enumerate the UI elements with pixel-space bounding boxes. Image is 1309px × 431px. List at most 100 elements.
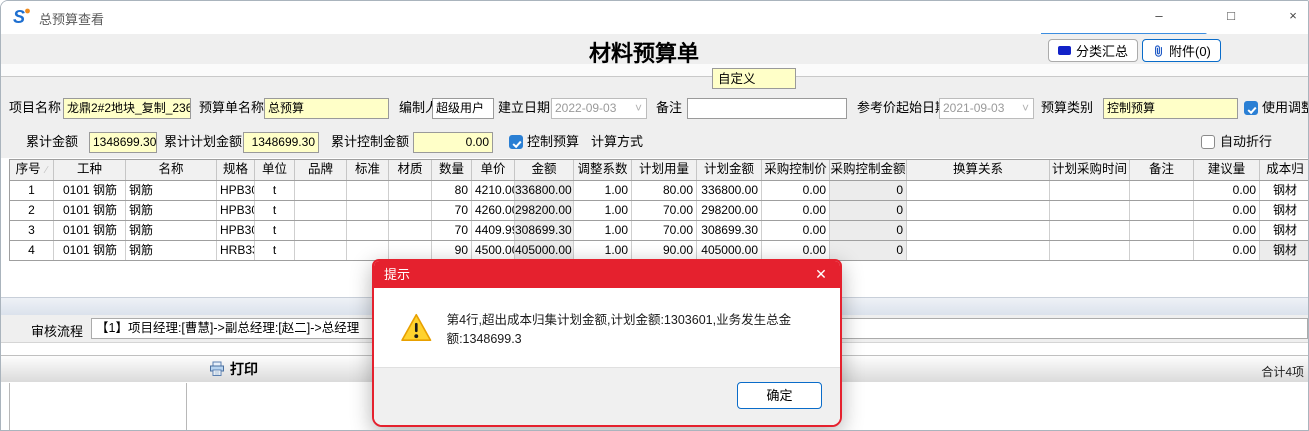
column-header[interactable]: 金额 [515,160,574,180]
table-cell[interactable]: 70 [432,221,472,240]
table-cell[interactable]: 0.00 [762,221,830,240]
table-cell[interactable]: 1.00 [574,181,632,200]
table-cell[interactable]: 4260.00 [472,201,515,220]
close-button[interactable]: × [1279,5,1307,27]
total-amount-field[interactable]: 1348699.30 [89,132,157,153]
column-header[interactable]: 名称 [126,160,217,180]
minimize-button[interactable]: – [1145,5,1173,27]
table-cell[interactable]: t [255,241,295,260]
table-cell[interactable]: 钢筋 [126,201,217,220]
table-cell[interactable]: t [255,181,295,200]
table-cell[interactable] [1130,201,1194,220]
table-cell[interactable] [1130,221,1194,240]
table-cell[interactable]: 80 [432,181,472,200]
table-cell[interactable]: 4 [10,241,54,260]
table-cell[interactable]: 0 [830,201,907,220]
column-header[interactable]: 规格 [217,160,255,180]
total-ctrl-field[interactable]: 0.00 [413,132,493,153]
column-header[interactable]: 单价 [472,160,515,180]
table-cell[interactable] [907,181,1050,200]
column-header[interactable]: 采购控制价 [762,160,830,180]
column-header[interactable]: 计划金额 [697,160,762,180]
table-cell[interactable]: 0 [830,241,907,260]
ref-date-combo[interactable]: 2021-09-03 [939,98,1034,119]
total-plan-field[interactable]: 1348699.30 [243,132,319,153]
table-cell[interactable]: 336800.00 [697,181,762,200]
remark-field[interactable] [687,98,847,119]
table-cell[interactable]: 钢材 [1260,201,1309,220]
column-header[interactable]: 采购控制金额 [830,160,907,180]
table-cell[interactable]: 308699.30 [515,221,574,240]
create-date-combo[interactable]: 2022-09-03 [551,98,647,119]
table-cell[interactable]: 钢筋 [126,241,217,260]
table-cell[interactable]: 0101 钢筋 [54,201,126,220]
column-header[interactable]: 材质 [389,160,432,180]
table-cell[interactable]: 1.00 [574,201,632,220]
table-cell[interactable]: HPB300 [217,181,255,200]
table-cell[interactable]: 298200.00 [697,201,762,220]
table-cell[interactable] [295,181,347,200]
print-button[interactable]: 打印 [209,359,258,379]
ctrl-budget-checkbox[interactable] [509,135,523,149]
table-cell[interactable]: 0.00 [762,201,830,220]
table-cell[interactable]: HPB300 [217,201,255,220]
auto-wrap-checkbox[interactable] [1201,135,1215,149]
table-cell[interactable]: 钢材 [1260,241,1309,260]
table-cell[interactable]: 0.00 [762,181,830,200]
table-cell[interactable]: 0 [830,221,907,240]
table-cell[interactable] [295,201,347,220]
table-cell[interactable] [389,221,432,240]
table-cell[interactable]: 4409.99 [472,221,515,240]
table-cell[interactable]: 钢材 [1260,181,1309,200]
use-adjust-checkbox[interactable] [1244,101,1258,115]
table-cell[interactable]: 70.00 [632,201,697,220]
table-cell[interactable]: 钢筋 [126,181,217,200]
dialog-close-icon[interactable]: ✕ [812,261,830,288]
table-cell[interactable] [347,241,389,260]
table-cell[interactable]: 90.00 [632,241,697,260]
table-cell[interactable]: 1.00 [574,221,632,240]
table-cell[interactable]: 336800.00 [515,181,574,200]
table-cell[interactable] [389,201,432,220]
table-cell[interactable]: 2 [10,201,54,220]
table-cell[interactable]: 405000.00 [515,241,574,260]
table-row[interactable]: 20101 钢筋钢筋HPB300t 704260.00 298200.00 1.007… [10,201,1309,221]
table-cell[interactable] [295,241,347,260]
table-cell[interactable] [907,241,1050,260]
table-cell[interactable]: 0101 钢筋 [54,221,126,240]
table-cell[interactable]: 0.00 [1194,181,1260,200]
table-cell[interactable]: 1.00 [574,241,632,260]
table-cell[interactable]: 3 [10,221,54,240]
table-cell[interactable]: 1 [10,181,54,200]
table-cell[interactable]: 308699.30 [697,221,762,240]
column-header[interactable]: 建议量 [1194,160,1260,180]
table-cell[interactable]: HRB335 [217,241,255,260]
column-header[interactable]: 换算关系 [907,160,1050,180]
table-cell[interactable]: 405000.00 [697,241,762,260]
ok-button[interactable]: 确定 [737,382,822,409]
table-cell[interactable] [389,241,432,260]
budget-type-field[interactable]: 控制预算 [1103,98,1238,119]
column-header[interactable]: 计划采购时间 [1050,160,1130,180]
table-cell[interactable]: 70 [432,201,472,220]
table-cell[interactable] [907,201,1050,220]
table-cell[interactable]: 90 [432,241,472,260]
table-cell[interactable] [347,201,389,220]
attachment-button[interactable]: 附件(0) [1142,39,1221,62]
table-cell[interactable]: 4210.00 [472,181,515,200]
column-header[interactable]: 工种 [54,160,126,180]
table-cell[interactable]: 0 [830,181,907,200]
creator-field[interactable]: 超级用户 [432,98,494,119]
table-cell[interactable] [295,221,347,240]
table-cell[interactable] [907,221,1050,240]
table-cell[interactable]: t [255,201,295,220]
table-cell[interactable]: 0.00 [1194,221,1260,240]
summary-button[interactable]: 分类汇总 [1048,39,1138,62]
column-header[interactable]: 单位 [255,160,295,180]
table-cell[interactable]: 钢材 [1260,221,1309,240]
table-cell[interactable]: 80.00 [632,181,697,200]
custom-tag[interactable]: 自定义 [712,68,796,89]
table-cell[interactable]: 0101 钢筋 [54,241,126,260]
table-cell[interactable] [347,181,389,200]
table-cell[interactable]: t [255,221,295,240]
